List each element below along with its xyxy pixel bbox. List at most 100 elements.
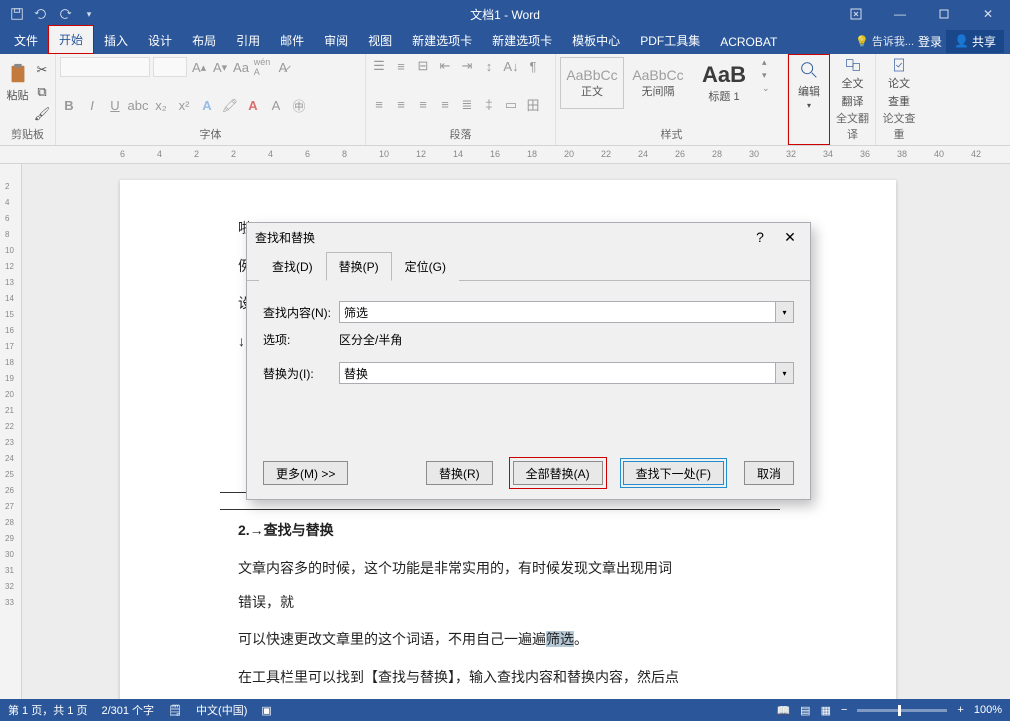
shading-icon[interactable]: ▭	[502, 96, 520, 114]
ribbon-collapse-icon[interactable]	[834, 0, 878, 28]
share-button[interactable]: 👤共享	[946, 30, 1004, 53]
view-print-icon[interactable]: ▤	[800, 704, 810, 717]
align-right-icon[interactable]: ≡	[414, 96, 432, 114]
zoom-out-button[interactable]: −	[841, 704, 847, 716]
borders-icon[interactable]: 田	[524, 96, 542, 114]
find-next-button[interactable]: 查找下一处(F)	[623, 461, 724, 485]
tab-acrobat[interactable]: ACROBAT	[710, 30, 787, 54]
vertical-ruler[interactable]: 2468101213141516171819202122232425262728…	[0, 164, 22, 699]
tab-templates[interactable]: 模板中心	[562, 27, 630, 54]
multilevel-icon[interactable]: ⊟	[414, 57, 432, 75]
sort-icon[interactable]: A↓	[502, 57, 520, 75]
redo-icon[interactable]	[56, 5, 74, 23]
find-input[interactable]	[339, 301, 776, 323]
more-button[interactable]: 更多(M) >>	[263, 461, 348, 485]
login-button[interactable]: 登录	[918, 33, 942, 50]
replace-button[interactable]: 替换(R)	[426, 461, 493, 485]
replace-all-button[interactable]: 全部替换(A)	[513, 461, 603, 485]
tab-pdf[interactable]: PDF工具集	[630, 27, 710, 54]
justify-icon[interactable]: ≡	[436, 96, 454, 114]
find-dropdown-icon[interactable]: ▾	[776, 301, 794, 323]
page-number[interactable]: 第 1 页，共 1 页	[8, 702, 87, 718]
tab-design[interactable]: 设计	[138, 27, 182, 54]
translate-button[interactable]: 全文 翻译	[837, 57, 869, 109]
highlight-icon[interactable]: 🖍	[221, 97, 239, 115]
qat-dropdown-icon[interactable]: ▾	[80, 5, 98, 23]
dialog-titlebar[interactable]: 查找和替换 ? ✕	[247, 223, 810, 251]
tab-goto[interactable]: 定位(G)	[392, 252, 459, 281]
tab-newtab1[interactable]: 新建选项卡	[402, 27, 482, 54]
tell-me[interactable]: 💡告诉我...	[855, 33, 914, 49]
paste-button[interactable]: 粘贴	[4, 57, 31, 109]
align-left-icon[interactable]: ≡	[370, 96, 388, 114]
increase-indent-icon[interactable]: ⇥	[458, 57, 476, 75]
line-spacing-icon[interactable]: ‡	[480, 96, 498, 114]
save-icon[interactable]	[8, 5, 26, 23]
tab-insert[interactable]: 插入	[94, 27, 138, 54]
align-center-icon[interactable]: ≡	[392, 96, 410, 114]
tab-references[interactable]: 引用	[226, 27, 270, 54]
view-read-icon[interactable]: 📖	[776, 704, 790, 717]
tab-replace[interactable]: 替换(P)	[326, 252, 392, 281]
tab-review[interactable]: 审阅	[314, 27, 358, 54]
tab-home[interactable]: 开始	[48, 25, 94, 54]
underline-icon[interactable]: U	[106, 97, 124, 115]
tab-view[interactable]: 视图	[358, 27, 402, 54]
cut-icon[interactable]: ✂	[33, 61, 51, 79]
style-no-spacing[interactable]: AaBbCc 无间隔	[626, 57, 690, 109]
language[interactable]: 中文(中国)	[196, 702, 247, 718]
subscript-icon[interactable]: x₂	[152, 97, 170, 115]
tab-newtab2[interactable]: 新建选项卡	[482, 27, 562, 54]
tab-layout[interactable]: 布局	[182, 27, 226, 54]
zoom-level[interactable]: 100%	[974, 704, 1002, 716]
font-color-icon[interactable]: A	[244, 97, 262, 115]
word-count[interactable]: 2/301 个字	[101, 702, 154, 718]
spell-check-icon[interactable]: 🗒	[168, 704, 182, 717]
decrease-indent-icon[interactable]: ⇤	[436, 57, 454, 75]
bold-icon[interactable]: B	[60, 97, 78, 115]
change-case-icon[interactable]: Aa	[232, 58, 250, 76]
font-size-selector[interactable]	[153, 57, 187, 77]
shrink-font-icon[interactable]: A▾	[211, 58, 229, 76]
copy-icon[interactable]: ⧉	[33, 83, 51, 101]
superscript-icon[interactable]: x²	[175, 97, 193, 115]
char-shading-icon[interactable]: A	[267, 97, 285, 115]
styles-scroll-up-icon[interactable]: ▴	[762, 57, 770, 68]
minimize-icon[interactable]: —	[878, 0, 922, 28]
cancel-button[interactable]: 取消	[744, 461, 794, 485]
styles-expand-icon[interactable]: ⌄	[762, 83, 770, 94]
maximize-icon[interactable]	[922, 0, 966, 28]
close-dialog-icon[interactable]: ✕	[778, 229, 802, 246]
text-effects-icon[interactable]: A	[198, 97, 216, 115]
close-icon[interactable]: ✕	[966, 0, 1010, 28]
show-marks-icon[interactable]: ¶	[524, 57, 542, 75]
clear-formatting-icon[interactable]: A̷	[274, 58, 292, 76]
editing-button[interactable]: 编辑 ▾	[793, 58, 825, 110]
grow-font-icon[interactable]: A▴	[190, 58, 208, 76]
text-direction-icon[interactable]: ↕	[480, 57, 498, 75]
zoom-in-button[interactable]: +	[957, 704, 963, 716]
tab-file[interactable]: 文件	[4, 27, 48, 54]
help-icon[interactable]: ?	[748, 229, 772, 246]
styles-scroll-down-icon[interactable]: ▾	[762, 70, 770, 81]
distribute-icon[interactable]: ≣	[458, 96, 476, 114]
style-heading1[interactable]: AaB 标题 1	[692, 57, 756, 109]
replace-dropdown-icon[interactable]: ▾	[776, 362, 794, 384]
dupcheck-button[interactable]: 论文 查重	[883, 57, 915, 109]
replace-input[interactable]	[339, 362, 776, 384]
numbering-icon[interactable]: ≡	[392, 57, 410, 75]
undo-icon[interactable]	[32, 5, 50, 23]
tab-find[interactable]: 查找(D)	[259, 252, 326, 281]
format-painter-icon[interactable]: 🖌	[33, 105, 51, 123]
style-normal[interactable]: AaBbCc 正文	[560, 57, 624, 109]
strikethrough-icon[interactable]: abc	[129, 97, 147, 115]
tab-mailings[interactable]: 邮件	[270, 27, 314, 54]
italic-icon[interactable]: I	[83, 97, 101, 115]
horizontal-ruler[interactable]: 6422468101214161820222426283032343638404…	[0, 146, 1010, 164]
view-web-icon[interactable]: ▦	[821, 704, 831, 717]
zoom-slider[interactable]	[857, 709, 947, 712]
macro-indicator-icon[interactable]: ▣	[261, 704, 271, 717]
bullets-icon[interactable]: ☰	[370, 57, 388, 75]
enclose-char-icon[interactable]: ㊥	[290, 97, 308, 115]
font-family-selector[interactable]	[60, 57, 150, 77]
